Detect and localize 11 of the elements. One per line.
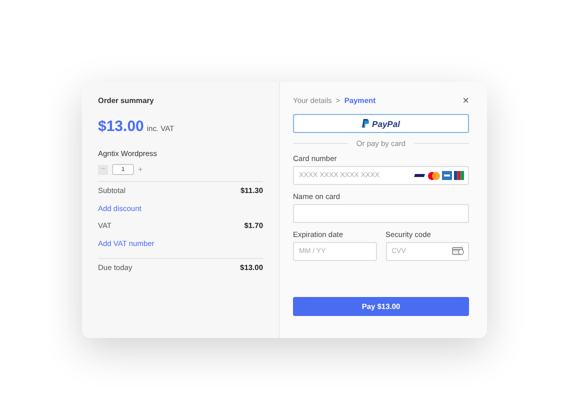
card-cvc-icon xyxy=(452,247,464,256)
visa-card-icon xyxy=(414,172,426,179)
mastercard-icon xyxy=(428,172,440,180)
close-button[interactable]: × xyxy=(462,96,469,107)
amex-card-icon xyxy=(442,171,452,180)
paypal-button[interactable]: PayPal xyxy=(293,114,469,133)
jcb-card-icon xyxy=(454,171,464,180)
paypal-logo-icon xyxy=(362,119,370,128)
name-field[interactable] xyxy=(293,204,469,223)
total-price: $13.00 xyxy=(98,118,144,135)
increase-button[interactable]: + xyxy=(138,165,143,174)
